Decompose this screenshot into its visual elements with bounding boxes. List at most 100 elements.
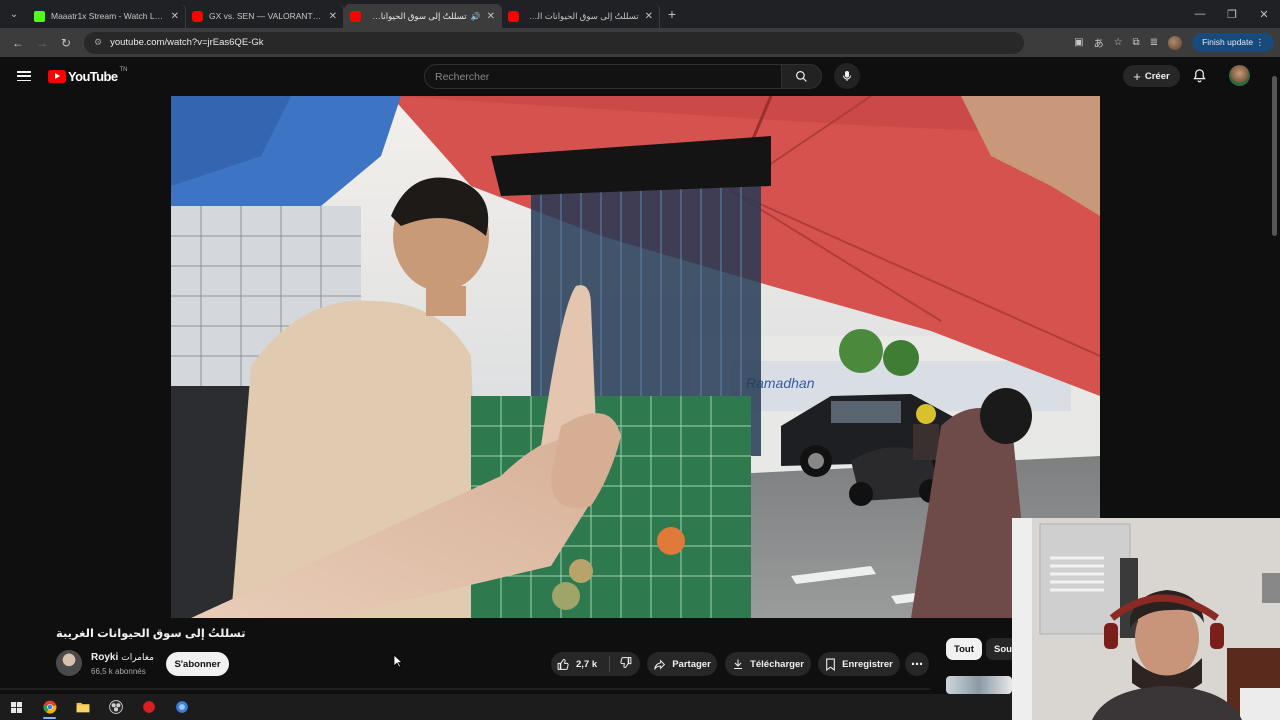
- share-button[interactable]: Partager: [647, 652, 717, 676]
- youtube-play-icon: [48, 69, 66, 83]
- notifications-bell-icon[interactable]: [1192, 68, 1207, 83]
- record-icon: [142, 701, 155, 713]
- kick-icon: [34, 10, 45, 22]
- extensions-icon[interactable]: ⧉: [1133, 37, 1140, 48]
- channel-avatar[interactable]: [56, 650, 82, 676]
- speaker-icon[interactable]: 🔊: [471, 12, 481, 21]
- back-icon[interactable]: ←: [6, 36, 30, 50]
- save-label: Enregistrer: [842, 658, 893, 670]
- profile-avatar[interactable]: [1168, 35, 1183, 50]
- video-player[interactable]: Ramadhan: [171, 96, 1100, 618]
- voice-search-button[interactable]: [834, 63, 860, 89]
- minimize-icon[interactable]: —: [1184, 8, 1216, 21]
- channel-name-text: Royki: [91, 652, 119, 663]
- download-button[interactable]: Télécharger: [725, 652, 811, 676]
- browser-tab-market[interactable]: تسللتُ إلى سوق الحيوانات الغري ✕: [502, 4, 660, 28]
- youtube-icon: [350, 10, 361, 22]
- search-input[interactable]: Rechercher: [424, 64, 782, 89]
- subscriber-count: 66,5 k abonnés: [91, 667, 146, 676]
- like-button[interactable]: 2,7 k: [551, 656, 610, 672]
- search-icon: [796, 71, 807, 82]
- tab-title: Maaatr1x Stream - Watch Live o: [51, 11, 165, 21]
- bookmark-icon: [826, 658, 835, 671]
- reading-list-icon[interactable]: ≣: [1150, 37, 1158, 48]
- site-info-icon[interactable]: ⚙: [94, 37, 102, 48]
- create-label: Créer: [1144, 70, 1170, 82]
- close-tab-icon[interactable]: ✕: [171, 11, 179, 22]
- address-toolbar: ← → ↻ ⚙ youtube.com/watch?v=jrEas6QE-Gk …: [0, 28, 1280, 57]
- channel-name-arabic: مغامرات: [121, 652, 154, 662]
- save-button[interactable]: Enregistrer: [818, 652, 900, 676]
- start-button[interactable]: [0, 694, 33, 720]
- thumbs-down-icon: [620, 657, 632, 668]
- taskbar-app[interactable]: [165, 694, 198, 720]
- tab-title: GX vs. SEN — VALORANT Cham: [209, 11, 323, 21]
- tab-title: تسللتُ إلى سوق الحيوانات الغري: [525, 10, 639, 21]
- subscribe-button[interactable]: S'abonner: [166, 652, 229, 676]
- webcam-feed: [1012, 518, 1280, 720]
- youtube-logo[interactable]: YouTube TN: [48, 67, 128, 84]
- browser-tab-valorant[interactable]: GX vs. SEN — VALORANT Cham ✕: [186, 4, 344, 28]
- taskbar-obs[interactable]: [99, 694, 132, 720]
- channel-name[interactable]: Royki مغامرات: [91, 652, 154, 663]
- translate-icon[interactable]: あ: [1094, 35, 1104, 50]
- finish-update-button[interactable]: Finish update ⋮: [1192, 33, 1274, 52]
- restore-icon[interactable]: ❐: [1216, 8, 1248, 21]
- share-arrow-icon: [654, 659, 666, 670]
- create-button[interactable]: + Créer: [1123, 65, 1180, 87]
- account-avatar[interactable]: [1229, 65, 1250, 86]
- taskbar-file-explorer[interactable]: [66, 694, 99, 720]
- windows-taskbar: [0, 694, 1012, 720]
- like-dislike-group: 2,7 k: [551, 652, 640, 676]
- video-title: تسللتُ إلى سوق الحيوانات الغريبة: [56, 628, 246, 640]
- browser-tab-kick[interactable]: Maaatr1x Stream - Watch Live o ✕: [28, 4, 186, 28]
- share-label: Partager: [672, 658, 711, 670]
- youtube-icon: [508, 10, 519, 22]
- close-tab-icon[interactable]: ✕: [645, 11, 653, 22]
- youtube-header: YouTube TN Rechercher + Créer: [0, 57, 1280, 95]
- close-tab-icon[interactable]: ✕: [329, 11, 337, 22]
- close-window-icon[interactable]: ✕: [1248, 8, 1280, 21]
- reload-icon[interactable]: ↻: [54, 36, 78, 50]
- chip-all[interactable]: Tout: [946, 638, 982, 660]
- url-text: youtube.com/watch?v=jrEas6QE-Gk: [110, 37, 264, 48]
- region-code: TN: [119, 67, 128, 73]
- chrome-icon: [42, 700, 56, 714]
- tab-search-icon[interactable]: ⌄: [0, 0, 28, 28]
- dislike-button[interactable]: [610, 656, 632, 672]
- globe-app-icon: [175, 701, 188, 713]
- taskbar-record-app[interactable]: [132, 694, 165, 720]
- youtube-icon: [192, 10, 203, 22]
- recommended-thumbnail[interactable]: [946, 676, 1012, 694]
- tab-title: تسللتُ إلى سوق الحيوانات الغ: [367, 10, 467, 21]
- new-tab-button[interactable]: +: [660, 6, 684, 22]
- browser-tab-active[interactable]: تسللتُ إلى سوق الحيوانات الغ 🔊 ✕: [344, 4, 502, 28]
- browser-tab-strip: ⌄ Maaatr1x Stream - Watch Live o ✕ GX vs…: [0, 0, 1280, 28]
- finish-update-label: Finish update: [1202, 37, 1254, 47]
- like-count: 2,7 k: [576, 658, 598, 670]
- section-divider: [0, 688, 930, 690]
- obs-icon: [108, 700, 123, 714]
- thumbs-up-icon: [557, 658, 569, 670]
- menu-icon[interactable]: [17, 71, 31, 81]
- close-tab-icon[interactable]: ✕: [487, 11, 495, 22]
- more-dots-icon: ⋯: [911, 657, 923, 671]
- webcam-overlay: [1012, 518, 1280, 720]
- download-label: Télécharger: [750, 658, 804, 670]
- toolbar-icons: ▣ あ ☆ ⧉ ≣ Finish update ⋮: [1074, 33, 1274, 52]
- cast-icon[interactable]: ▣: [1074, 37, 1083, 48]
- download-icon: [734, 659, 743, 669]
- url-field[interactable]: ⚙ youtube.com/watch?v=jrEas6QE-Gk: [84, 31, 1024, 54]
- video-frame: Ramadhan: [171, 96, 1100, 618]
- taskbar-chrome[interactable]: [33, 694, 66, 720]
- windows-logo-icon: [11, 701, 22, 713]
- more-actions-button[interactable]: ⋯: [905, 652, 929, 676]
- search-button[interactable]: [781, 64, 822, 89]
- mouse-cursor-icon: [393, 654, 403, 668]
- plus-icon: +: [1133, 68, 1141, 84]
- bookmark-star-icon[interactable]: ☆: [1114, 37, 1123, 48]
- forward-icon[interactable]: →: [30, 36, 54, 50]
- scrollbar-thumb[interactable]: [1272, 76, 1277, 236]
- microphone-icon: [843, 71, 851, 81]
- folder-icon: [76, 702, 89, 713]
